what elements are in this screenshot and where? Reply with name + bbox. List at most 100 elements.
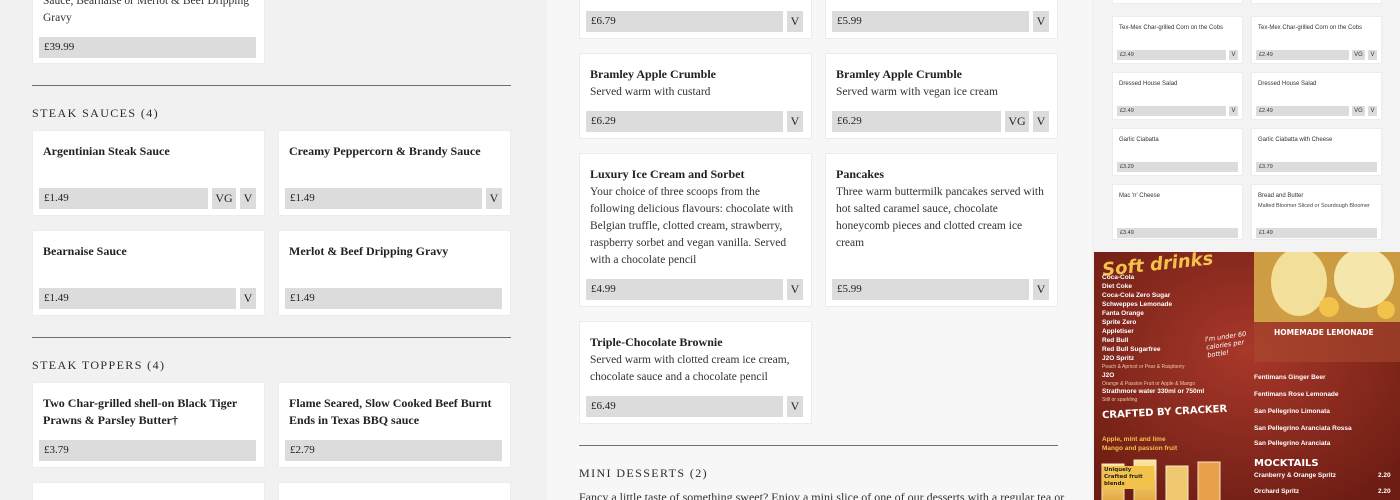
menu-item-card[interactable]: Bramley Apple Crumble Served warm with v… — [825, 53, 1058, 139]
item-name: Tex-Mex Char-grilled Corn on the Cobs — [1258, 25, 1363, 31]
price-row: £6.29 VG V — [832, 111, 1049, 132]
item-name: Two Char-grilled shell-on Black Tiger Pr… — [43, 396, 238, 427]
menu-item-card[interactable]: Mac 'n' Cheese £3.49 — [1112, 184, 1243, 240]
menu-item-card-partial[interactable] — [278, 482, 511, 500]
menu-item-card[interactable]: £6.79 V — [579, 0, 812, 39]
item-name: Bearnaise Sauce — [43, 244, 127, 258]
item-price: £1.49 — [39, 288, 236, 309]
item-description: Served warm with custard — [590, 86, 711, 98]
price-row: £1.49 — [1256, 228, 1377, 238]
section-heading-steak-sauces: STEAK SAUCES (4) — [32, 106, 160, 120]
drink-item: Coca-Cola — [1102, 274, 1135, 281]
menu-column-middle: £6.79 V £5.99 V Bramley Apple Crumble Se… — [547, 0, 1092, 500]
item-name: Bramley Apple Crumble — [590, 67, 716, 81]
menu-item-card[interactable]: Triple-Chocolate Brownie Served warm wit… — [579, 321, 812, 424]
menu-item-card[interactable]: Garlic Ciabatta with Cheese £3.79 — [1251, 128, 1382, 176]
item-price: £6.79 — [586, 11, 783, 32]
vegetarian-badge: V — [787, 279, 803, 300]
vegetarian-badge: V — [1368, 106, 1377, 116]
menu-item-card[interactable]: Creamy Peppercorn & Brandy Sauce £1.49 V — [278, 130, 511, 216]
item-description: Malted Bloomer Sliced or Sourdough Bloom… — [1258, 203, 1370, 209]
menu-item-card-partial[interactable] — [1251, 0, 1382, 4]
item-name: Garlic Ciabatta with Cheese — [1258, 137, 1333, 143]
item-price: £1.49 — [285, 188, 482, 209]
vegetarian-badge: V — [1033, 111, 1049, 132]
drink-item: Diet Coke — [1102, 283, 1132, 290]
vegan-badge: VG — [1352, 106, 1365, 116]
section-heading-mini-desserts: MINI DESSERTS (2) — [579, 466, 709, 480]
price-row: £3.79 — [39, 440, 256, 461]
menu-item-card[interactable]: Bearnaise Sauce £1.49 V — [32, 230, 265, 316]
item-price: £1.49 — [1256, 228, 1377, 238]
menu-column-left: Sauce, Bearnaise or Merlot & Beef Drippi… — [0, 0, 545, 500]
drink-note: Still or sparkling — [1102, 397, 1138, 403]
item-price: £39.99 — [39, 37, 256, 58]
drink-item: Schweppes Lemonade — [1102, 301, 1173, 308]
vegetarian-badge: V — [787, 111, 803, 132]
item-name: Tex-Mex Char-grilled Corn on the Cobs — [1119, 25, 1224, 31]
section-divider — [579, 445, 1058, 446]
item-price: £3.29 — [1117, 162, 1238, 172]
item-name: Argentinian Steak Sauce — [43, 144, 170, 158]
item-price: £2.49 — [1256, 106, 1349, 116]
item-description: Your choice of three scoops from the fol… — [590, 186, 794, 266]
vegan-badge: VG — [1005, 111, 1029, 132]
price-row: £3.49 — [1117, 228, 1238, 238]
drink-item: Sprite Zero — [1102, 319, 1137, 326]
drink-item: J2O Spritz — [1102, 355, 1135, 362]
item-description: Three warm buttermilk pancakes served wi… — [836, 186, 1044, 249]
drink-item: Appletiser — [1102, 328, 1134, 335]
menu-item-card[interactable]: Sauce, Bearnaise or Merlot & Beef Drippi… — [32, 0, 265, 64]
item-price: £1.49 — [39, 188, 208, 209]
item-name: Flame Seared, Slow Cooked Beef Burnt End… — [289, 396, 492, 427]
crafted-item: Mango and passion fruit — [1102, 445, 1178, 452]
menu-item-card[interactable]: Pancakes Three warm buttermilk pancakes … — [825, 153, 1058, 307]
vegetarian-badge: V — [240, 188, 256, 209]
price-row: £5.99 V — [832, 11, 1049, 32]
mocktail-price: 2.20 — [1378, 488, 1391, 495]
item-name: Triple-Chocolate Brownie — [590, 335, 723, 349]
item-price: £3.79 — [1256, 162, 1377, 172]
menu-item-card[interactable]: Garlic Ciabatta £3.29 — [1112, 128, 1243, 176]
vegetarian-badge: V — [1229, 106, 1238, 116]
item-name: Garlic Ciabatta — [1119, 137, 1159, 143]
item-name: Merlot & Beef Dripping Gravy — [289, 244, 449, 258]
item-price: £6.29 — [832, 111, 1001, 132]
price-row: £2.49 V — [1117, 106, 1238, 116]
price-row: £2.79 — [285, 440, 502, 461]
vegetarian-badge: V — [787, 396, 803, 417]
menu-column-right: Tex-Mex Char-grilled Corn on the Cobs £2… — [1094, 0, 1400, 500]
vegetarian-badge: V — [240, 288, 256, 309]
vegetarian-badge: V — [486, 188, 502, 209]
menu-item-card[interactable]: Bread and Butter Malted Bloomer Sliced o… — [1251, 184, 1382, 240]
mocktail-item: Orchard Spritz — [1254, 488, 1300, 495]
menu-item-card[interactable]: Flame Seared, Slow Cooked Beef Burnt End… — [278, 382, 511, 468]
item-description: Sauce, Bearnaise or Merlot & Beef Drippi… — [43, 0, 249, 24]
item-price: £2.49 — [1256, 50, 1349, 60]
menu-item-card[interactable]: Two Char-grilled shell-on Black Tiger Pr… — [32, 382, 265, 468]
item-name: Luxury Ice Cream and Sorbet — [590, 167, 745, 181]
menu-item-card[interactable]: Dressed House Salad £2.49 VG V — [1251, 72, 1382, 120]
menu-item-card[interactable]: Tex-Mex Char-grilled Corn on the Cobs £2… — [1251, 16, 1382, 64]
price-row: £6.49 V — [586, 396, 803, 417]
menu-item-card[interactable]: Dressed House Salad £2.49 V — [1112, 72, 1243, 120]
menu-item-card[interactable]: Argentinian Steak Sauce £1.49 VG V — [32, 130, 265, 216]
item-name: Creamy Peppercorn & Brandy Sauce — [289, 144, 481, 158]
price-row: £2.49 VG V — [1256, 50, 1377, 60]
item-price: £1.49 — [285, 288, 502, 309]
menu-item-card-partial[interactable] — [32, 482, 265, 500]
item-name: Dressed House Salad — [1258, 81, 1317, 87]
vegan-badge: VG — [1352, 50, 1365, 60]
menu-item-card-partial[interactable] — [1112, 0, 1243, 4]
item-price: £2.49 — [1117, 106, 1226, 116]
drink-item: Red Bull Sugarfree — [1102, 346, 1161, 353]
drink-item: Strathmore water 330ml or 750ml — [1102, 388, 1205, 395]
menu-item-card[interactable]: £5.99 V — [825, 0, 1058, 39]
menu-item-card[interactable]: Bramley Apple Crumble Served warm with c… — [579, 53, 812, 139]
menu-item-card[interactable]: Luxury Ice Cream and Sorbet Your choice … — [579, 153, 812, 307]
vegetarian-badge: V — [1033, 11, 1049, 32]
drink-item: San Pellegrino Limonata — [1254, 408, 1330, 415]
menu-item-card[interactable]: Merlot & Beef Dripping Gravy £1.49 — [278, 230, 511, 316]
price-row: £4.99 V — [586, 279, 803, 300]
menu-item-card[interactable]: Tex-Mex Char-grilled Corn on the Cobs £2… — [1112, 16, 1243, 64]
